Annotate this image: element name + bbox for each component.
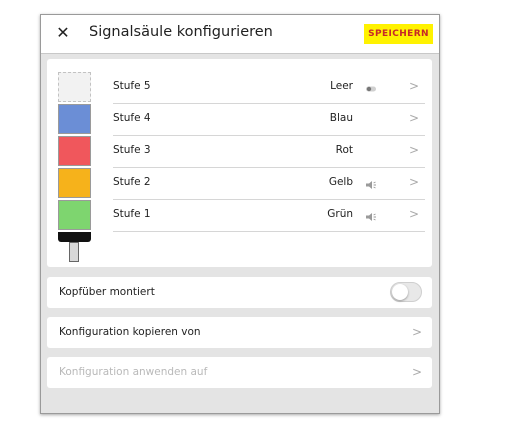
- tower-segment-5[interactable]: [58, 72, 91, 102]
- toggle-icon: [365, 80, 377, 92]
- dialog-title: Signalsäule konfigurieren: [89, 24, 273, 40]
- stage-row-2[interactable]: Stufe 2 Gelb >: [113, 167, 425, 200]
- horn-icon: [365, 176, 377, 189]
- close-icon: ✕: [56, 23, 70, 42]
- upside-down-mount-toggle[interactable]: [390, 282, 422, 302]
- stage-value: Grün: [327, 208, 353, 220]
- stage-label: Stufe 5: [113, 80, 151, 92]
- chevron-right-icon: >: [408, 175, 419, 189]
- stage-label: Stufe 3: [113, 144, 151, 156]
- stage-value: Leer: [330, 80, 353, 92]
- tower-segment-4[interactable]: [58, 104, 91, 134]
- tower-segment-2[interactable]: [58, 168, 91, 198]
- copy-config-label: Konfiguration kopieren von: [59, 326, 201, 338]
- upside-down-mount-label: Kopfüber montiert: [59, 286, 155, 298]
- stage-value: Blau: [329, 112, 353, 124]
- stage-row-5[interactable]: Stufe 5 Leer >: [113, 71, 425, 104]
- chevron-right-icon: >: [411, 325, 422, 339]
- tower-base: [58, 232, 91, 242]
- stage-label: Stufe 1: [113, 208, 151, 220]
- stage-value: Gelb: [328, 176, 353, 188]
- configure-dialog: ✕ Signalsäule konfigurieren SPEICHERN St…: [40, 14, 440, 414]
- stage-label: Stufe 4: [113, 112, 151, 124]
- chevron-right-icon: >: [408, 79, 419, 93]
- chevron-right-icon: >: [408, 143, 419, 157]
- tower-pole: [69, 242, 79, 262]
- toggle-knob: [392, 284, 408, 300]
- copy-config-row[interactable]: Konfiguration kopieren von >: [47, 317, 432, 348]
- upside-down-mount-row: Kopfüber montiert: [47, 277, 432, 308]
- signal-tower-card: Stufe 5 Leer > Stufe 4 Blau > Stufe 3 Ro…: [47, 59, 432, 267]
- close-button[interactable]: ✕: [53, 23, 73, 43]
- chevron-right-icon: >: [411, 365, 422, 379]
- stage-label: Stufe 2: [113, 176, 151, 188]
- save-button[interactable]: SPEICHERN: [364, 24, 433, 44]
- chevron-right-icon: >: [408, 111, 419, 125]
- apply-config-row[interactable]: Konfiguration anwenden auf >: [47, 357, 432, 388]
- dialog-header: ✕ Signalsäule konfigurieren SPEICHERN: [41, 15, 439, 54]
- stage-row-3[interactable]: Stufe 3 Rot >: [113, 135, 425, 168]
- stage-row-4[interactable]: Stufe 4 Blau >: [113, 103, 425, 136]
- tower-segment-3[interactable]: [58, 136, 91, 166]
- horn-icon: [365, 208, 377, 221]
- tower-segment-1[interactable]: [58, 200, 91, 230]
- stage-value: Rot: [335, 144, 353, 156]
- stage-row-1[interactable]: Stufe 1 Grün >: [113, 199, 425, 232]
- chevron-right-icon: >: [408, 207, 419, 221]
- apply-config-label: Konfiguration anwenden auf: [59, 366, 208, 378]
